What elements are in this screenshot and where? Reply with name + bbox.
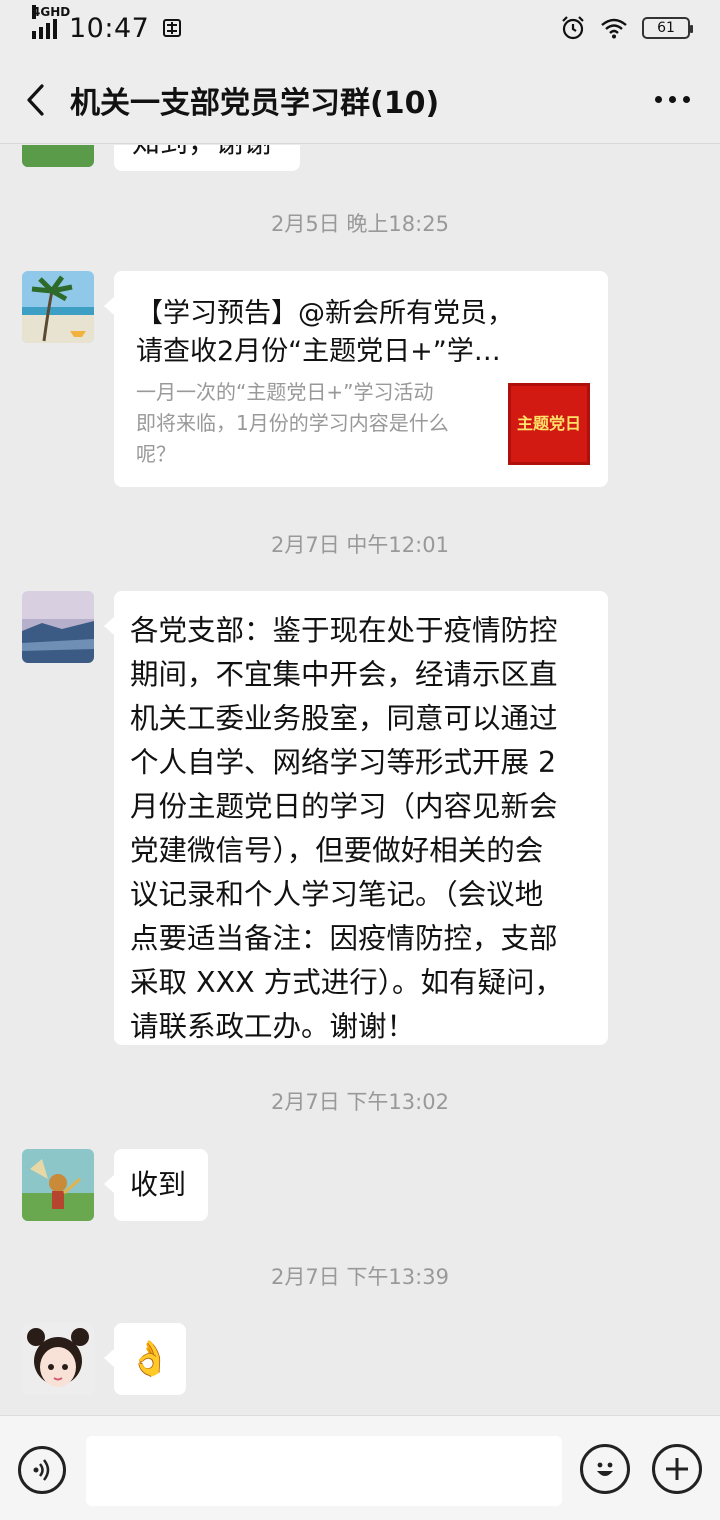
voice-icon <box>33 1459 50 1481</box>
notice-line: 期间，不宜集中开会，经请示区直 <box>130 658 558 691</box>
message-bubble[interactable]: 👌 <box>104 1323 186 1395</box>
input-bar <box>0 1415 720 1520</box>
more-dot <box>669 96 676 103</box>
signal-icon: 4GHD <box>32 5 70 39</box>
avatar-girl[interactable] <box>22 1323 94 1395</box>
message-bubble[interactable]: 各党支部：鉴于现在处于疫情防控 期间，不宜集中开会，经请示区直 机关工委业务股室… <box>104 591 608 1045</box>
notice-line: 机关工委业务股室，同意可以通过 <box>130 702 558 735</box>
chat-messages[interactable]: 知到，谢谢 2月5日 晚上18:25 【学习预告】@新会所有党员， 请查收2月份… <box>0 145 720 1415</box>
chevron-left-icon <box>27 83 44 116</box>
wifi-icon <box>601 18 627 39</box>
status-time: 10:47 <box>69 12 150 44</box>
chat-title: 机关一支部党员学习群(10) <box>70 85 440 121</box>
notice-line: 采取 XXX 方式进行）。如有疑问， <box>130 966 563 999</box>
message-timestamp: 2月7日 中午12:01 <box>271 533 449 557</box>
card-title-line: 【学习预告】@新会所有党员， <box>136 298 514 329</box>
message-input[interactable] <box>86 1436 562 1506</box>
card-title-line: 请查收2月份“主题党日+”学… <box>136 336 501 367</box>
notice-line: 个人自学、网络学习等形式开展 2 <box>130 746 557 779</box>
back-button[interactable] <box>0 56 70 144</box>
card-thumbnail: 主题党日 <box>508 383 590 465</box>
battery-icon: 61 <box>642 17 693 39</box>
card-desc-line: 一月一次的“主题党日+”学习活动 <box>136 380 434 404</box>
notice-line: 党建微信号），但要做好相关的会 <box>130 834 544 867</box>
alarm-icon <box>562 16 584 40</box>
avatar-beach[interactable] <box>22 271 94 343</box>
notice-line: 请联系政工办。谢谢！ <box>130 1010 416 1043</box>
more-button[interactable] <box>655 56 690 144</box>
avatar-monkey[interactable] <box>22 145 94 167</box>
silent-icon <box>163 19 182 37</box>
message-bubble[interactable]: 收到 <box>104 1149 208 1221</box>
smiley-icon <box>597 1462 613 1476</box>
network-type: 4GHD <box>32 5 71 19</box>
card-desc-line: 即将来临，1月份的学习内容是什么 <box>136 411 449 435</box>
message-timestamp: 2月7日 下午13:02 <box>271 1090 449 1114</box>
message-bubble[interactable]: 知到，谢谢 <box>114 145 300 171</box>
message-timestamp: 2月7日 下午13:39 <box>271 1265 449 1289</box>
battery-level: 61 <box>657 20 675 36</box>
emoji-button[interactable] <box>580 1444 630 1494</box>
plus-icon <box>666 1458 688 1480</box>
chat-header: 机关一支部党员学习群(10) <box>0 56 720 144</box>
message-text: 知到，谢谢 <box>132 145 272 159</box>
more-dot <box>683 96 690 103</box>
status-bar: 4GHD 10:47 61 <box>0 0 720 56</box>
notice-line: 议记录和个人学习笔记。（会议地 <box>130 878 544 911</box>
link-card[interactable]: 【学习预告】@新会所有党员， 请查收2月份“主题党日+”学… 一月一次的“主题党… <box>104 271 608 487</box>
more-dot <box>655 96 662 103</box>
notice-line: 月份主题党日的学习（内容见新会 <box>130 790 558 823</box>
notice-line: 点要适当备注：因疫情防控，支部 <box>130 922 558 955</box>
voice-button[interactable] <box>18 1446 66 1494</box>
more-functions-button[interactable] <box>652 1444 702 1494</box>
notice-line: 各党支部：鉴于现在处于疫情防控 <box>130 614 558 647</box>
card-thumb-text: 主题党日 <box>516 414 581 433</box>
card-desc-line: 呢？ <box>136 442 176 466</box>
message-text: 收到 <box>130 1168 187 1201</box>
avatar-monkey[interactable] <box>22 1149 94 1221</box>
avatar-lake[interactable] <box>22 591 94 663</box>
ok-hand-emoji: 👌 <box>128 1339 172 1379</box>
message-timestamp: 2月5日 晚上18:25 <box>271 212 449 236</box>
